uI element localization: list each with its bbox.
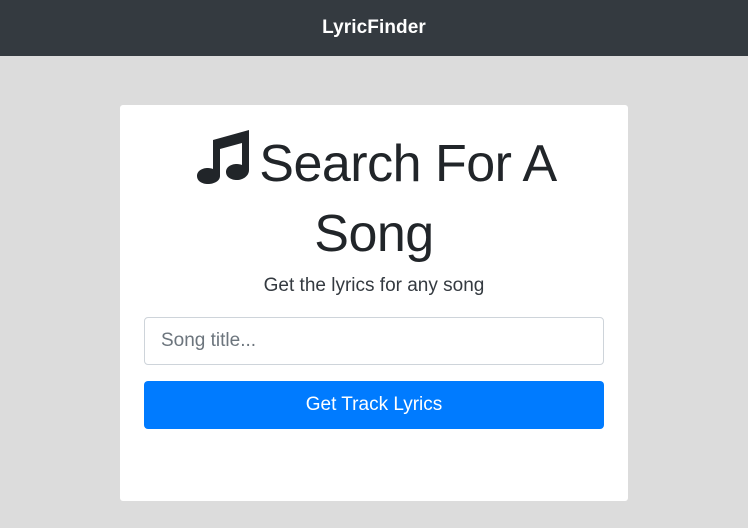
get-track-lyrics-button[interactable]: Get Track Lyrics xyxy=(144,381,604,429)
page-title: Search For A Song xyxy=(144,129,604,269)
subtitle: Get the lyrics for any song xyxy=(263,275,485,296)
search-card: Search For A Song Get the lyrics for any… xyxy=(120,105,628,501)
brand-link[interactable]: LyricFinder xyxy=(322,17,426,39)
title-text: Search For A Song xyxy=(259,135,557,263)
song-title-input[interactable] xyxy=(144,317,604,365)
music-note-icon xyxy=(197,130,250,184)
navbar: LyricFinder xyxy=(0,0,748,56)
